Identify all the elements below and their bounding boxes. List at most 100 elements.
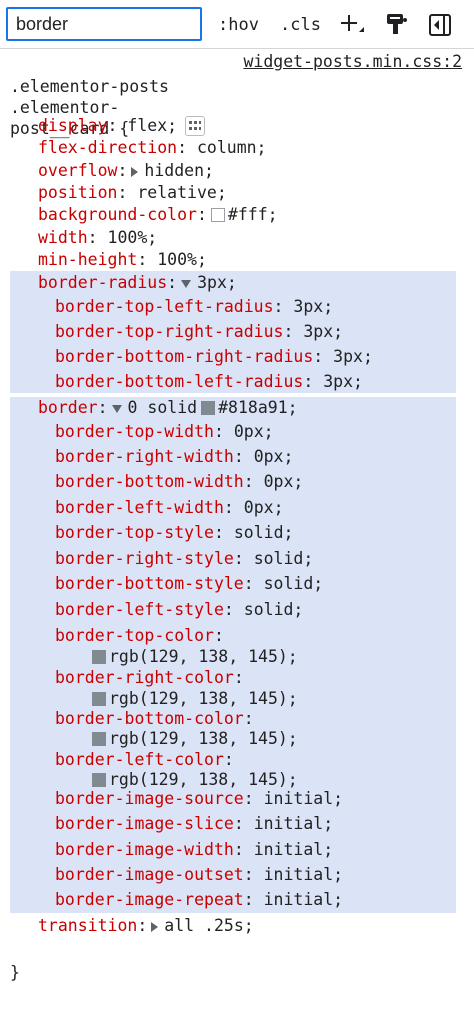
property-value[interactable]: #818a91; bbox=[218, 398, 297, 417]
longhand-border-top-width[interactable]: border-top-width: 0px; bbox=[0, 419, 474, 444]
property-name[interactable]: border-bottom-style bbox=[55, 574, 244, 593]
property-name[interactable]: border-image-width bbox=[55, 840, 234, 859]
longhand-border-image-source[interactable]: border-image-source: initial; bbox=[0, 786, 474, 811]
property-value[interactable]: flex; bbox=[127, 116, 177, 135]
property-name[interactable]: border-top-width bbox=[55, 422, 214, 441]
sidebar-toggle-icon bbox=[429, 14, 451, 36]
declaration-min-height[interactable]: min-height: 100%; bbox=[0, 247, 474, 272]
cls-toggle-button[interactable]: .cls bbox=[280, 12, 321, 38]
property-value[interactable]: 100%; bbox=[108, 228, 158, 247]
property-name[interactable]: border-bottom-left-radius bbox=[55, 372, 303, 391]
collapse-arrow-icon[interactable] bbox=[181, 279, 192, 288]
property-value[interactable]: 0 solid bbox=[128, 398, 198, 417]
property-value[interactable]: initial; bbox=[254, 840, 333, 859]
property-value[interactable]: initial; bbox=[264, 789, 343, 808]
hov-toggle-button[interactable]: :hov bbox=[218, 12, 259, 38]
property-name[interactable]: border-right-color bbox=[55, 668, 234, 687]
property-name[interactable]: transition bbox=[38, 916, 137, 935]
color-swatch[interactable] bbox=[92, 650, 106, 664]
longhand-border-top-right-radius[interactable]: border-top-right-radius: 3px; bbox=[0, 319, 474, 344]
longhand-border-right-width[interactable]: border-right-width: 0px; bbox=[0, 444, 474, 469]
property-name[interactable]: flex-direction bbox=[38, 138, 177, 157]
property-value[interactable]: column; bbox=[197, 138, 267, 157]
longhand-border-left-width[interactable]: border-left-width: 0px; bbox=[0, 495, 474, 520]
property-name[interactable]: background-color bbox=[38, 205, 197, 224]
property-value[interactable]: initial; bbox=[264, 865, 343, 884]
property-value[interactable]: initial; bbox=[264, 890, 343, 909]
closing-brace: } bbox=[10, 963, 20, 982]
flexbox-editor-icon[interactable] bbox=[185, 116, 206, 136]
property-value[interactable]: 3px; bbox=[333, 347, 373, 366]
declaration-border-radius[interactable]: border-radius: 3px; bbox=[0, 270, 474, 295]
property-name[interactable]: border-radius bbox=[38, 273, 167, 292]
longhand-border-top-style[interactable]: border-top-style: solid; bbox=[0, 520, 474, 545]
color-swatch[interactable] bbox=[92, 773, 106, 787]
property-value[interactable]: solid; bbox=[234, 523, 294, 542]
property-name[interactable]: position bbox=[38, 183, 117, 202]
expand-arrow-icon[interactable] bbox=[151, 921, 159, 932]
property-value[interactable]: solid; bbox=[244, 600, 304, 619]
property-value[interactable]: solid; bbox=[264, 574, 324, 593]
property-value[interactable]: rgb(129, 138, 145); bbox=[109, 647, 298, 666]
property-name[interactable]: display bbox=[38, 116, 108, 135]
longhand-border-left-style[interactable]: border-left-style: solid; bbox=[0, 597, 474, 622]
declaration-background-color[interactable]: background-color: #fff; bbox=[0, 202, 474, 227]
property-value[interactable]: 100%; bbox=[157, 250, 207, 269]
property-name[interactable]: border-image-outset bbox=[55, 865, 244, 884]
property-name[interactable]: border-image-slice bbox=[55, 814, 234, 833]
declaration-border[interactable]: border: 0 solid #818a91; bbox=[0, 395, 474, 420]
property-value[interactable]: rgb(129, 138, 145); bbox=[109, 729, 298, 748]
color-swatch[interactable] bbox=[201, 401, 216, 415]
property-value[interactable]: 0px; bbox=[264, 472, 304, 491]
property-value[interactable]: 3px; bbox=[197, 273, 237, 292]
property-name[interactable]: border-bottom-right-radius bbox=[55, 347, 313, 366]
longhand-border-bottom-right-radius[interactable]: border-bottom-right-radius: 3px; bbox=[0, 344, 474, 369]
computed-styles-button[interactable] bbox=[382, 11, 410, 39]
property-value[interactable]: solid; bbox=[254, 549, 314, 568]
longhand-border-image-slice[interactable]: border-image-slice: initial; bbox=[0, 811, 474, 836]
property-value[interactable]: all .25s; bbox=[164, 916, 253, 935]
property-value[interactable]: 0px; bbox=[254, 447, 294, 466]
property-value[interactable]: 0px; bbox=[234, 422, 274, 441]
property-name[interactable]: width bbox=[38, 228, 88, 247]
expand-arrow-icon[interactable] bbox=[131, 166, 139, 177]
filter-input[interactable] bbox=[6, 7, 202, 41]
property-name[interactable]: border-top-color bbox=[55, 626, 214, 645]
property-name[interactable]: border-image-source bbox=[55, 789, 244, 808]
longhand-border-top-left-radius[interactable]: border-top-left-radius: 3px; bbox=[0, 294, 474, 319]
property-name[interactable]: border-left-style bbox=[55, 600, 224, 619]
property-name[interactable]: border-right-style bbox=[55, 549, 234, 568]
longhand-border-right-style[interactable]: border-right-style: solid; bbox=[0, 546, 474, 571]
property-name[interactable]: overflow bbox=[38, 161, 117, 180]
property-name[interactable]: min-height bbox=[38, 250, 137, 269]
property-value[interactable]: 3px; bbox=[323, 372, 363, 391]
property-value[interactable]: #fff; bbox=[228, 205, 278, 224]
sidebar-toggle-button[interactable] bbox=[426, 11, 454, 39]
property-value[interactable]: 3px; bbox=[303, 322, 343, 341]
property-value[interactable]: relative; bbox=[137, 183, 226, 202]
longhand-border-image-outset[interactable]: border-image-outset: initial; bbox=[0, 862, 474, 887]
property-name[interactable]: border-image-repeat bbox=[55, 890, 244, 909]
property-value[interactable]: initial; bbox=[254, 814, 333, 833]
longhand-border-image-width[interactable]: border-image-width: initial; bbox=[0, 837, 474, 862]
property-name[interactable]: border-top-style bbox=[55, 523, 214, 542]
color-swatch[interactable] bbox=[210, 208, 225, 222]
new-style-rule-button[interactable] bbox=[338, 11, 366, 39]
collapse-arrow-icon[interactable] bbox=[111, 404, 122, 413]
property-value[interactable]: hidden; bbox=[144, 161, 214, 180]
property-name[interactable]: border-top-left-radius bbox=[55, 297, 274, 316]
declaration-flex-direction[interactable]: flex-direction: column; bbox=[0, 135, 474, 160]
property-value[interactable]: 0px; bbox=[244, 498, 284, 517]
property-name[interactable]: border-left-width bbox=[55, 498, 224, 517]
color-swatch[interactable] bbox=[92, 732, 106, 746]
longhand-border-bottom-width[interactable]: border-bottom-width: 0px; bbox=[0, 469, 474, 494]
longhand-border-bottom-left-radius[interactable]: border-bottom-left-radius: 3px; bbox=[0, 369, 474, 394]
property-name[interactable]: border-bottom-width bbox=[55, 472, 244, 491]
property-name[interactable]: border bbox=[38, 398, 98, 417]
property-value[interactable]: 3px; bbox=[293, 297, 333, 316]
property-name[interactable]: border-right-width bbox=[55, 447, 234, 466]
property-name[interactable]: border-top-right-radius bbox=[55, 322, 283, 341]
longhand-border-image-repeat[interactable]: border-image-repeat: initial; bbox=[0, 887, 474, 912]
color-swatch[interactable] bbox=[92, 692, 106, 706]
longhand-border-bottom-style[interactable]: border-bottom-style: solid; bbox=[0, 571, 474, 596]
